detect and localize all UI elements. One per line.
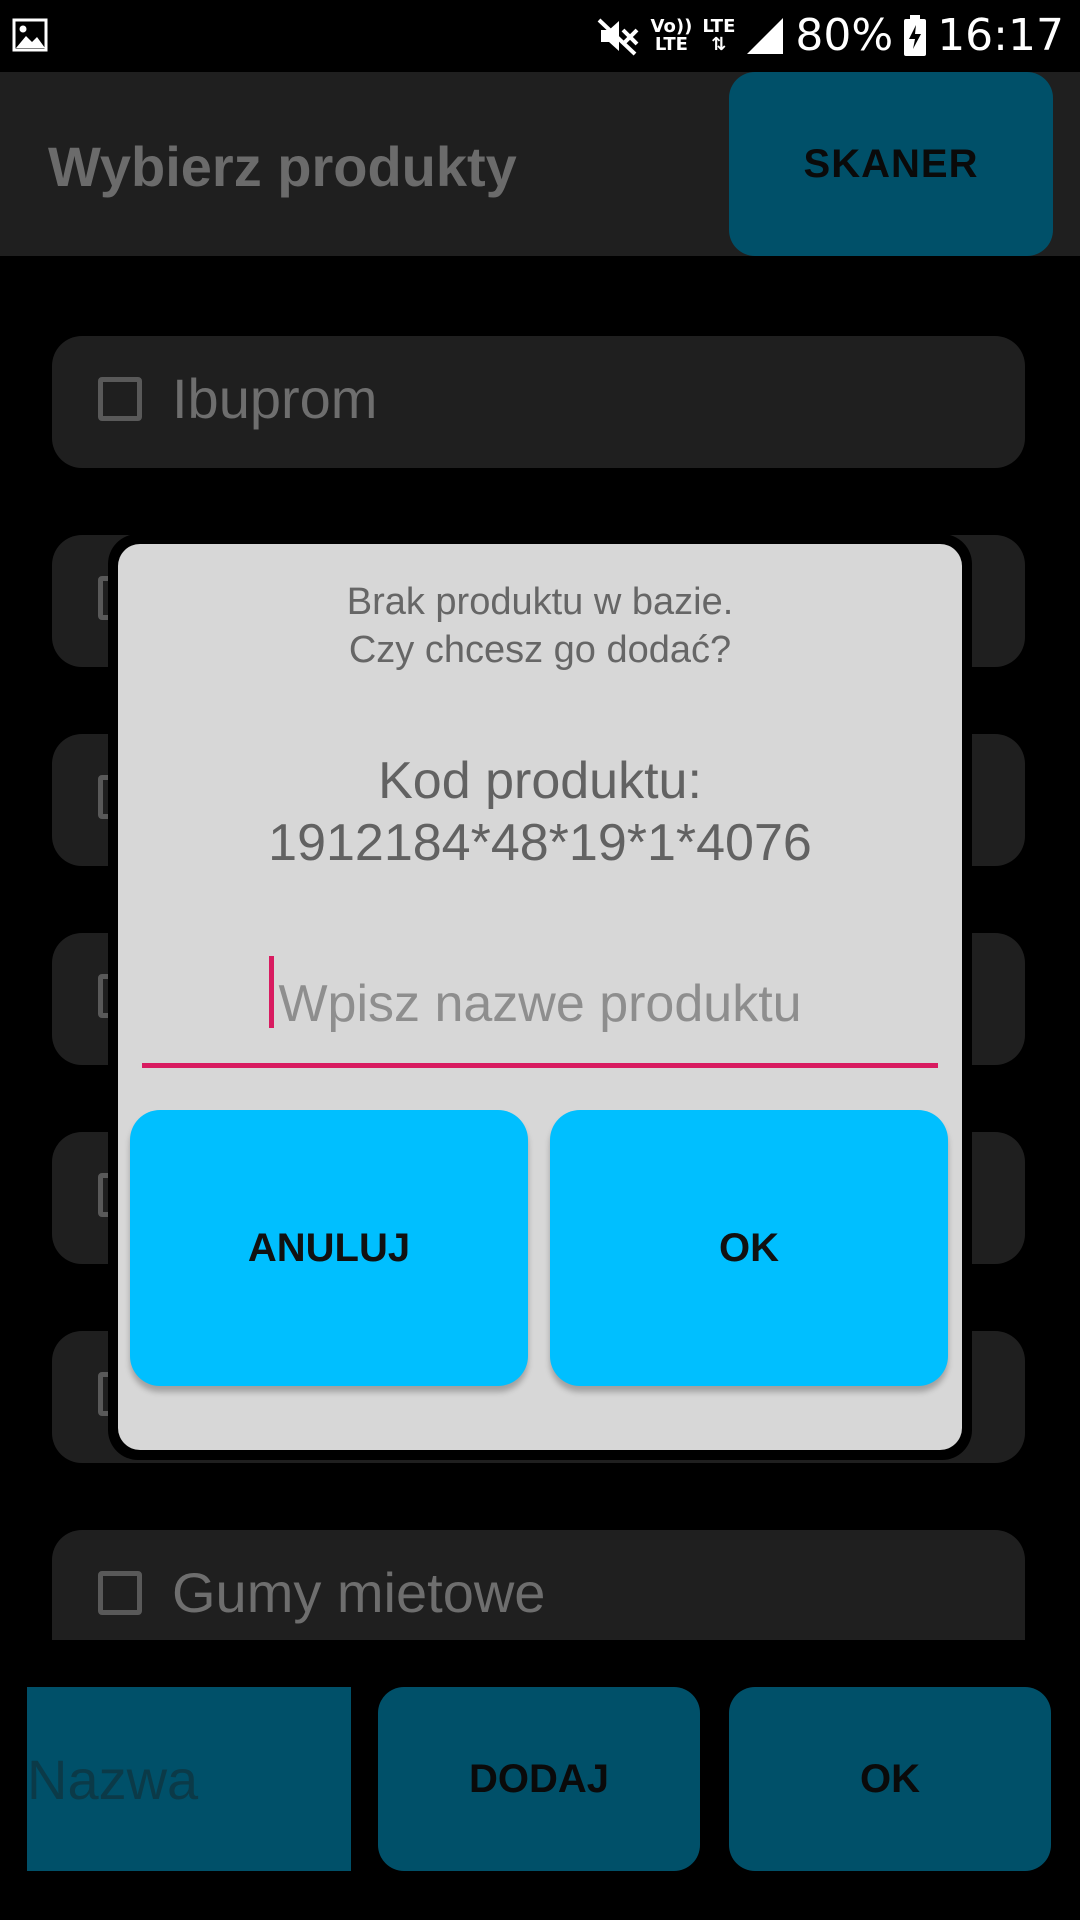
- product-code: Kod produktu: 1912184*48*19*1*4076: [118, 750, 962, 874]
- dialog-message-line2: Czy chcesz go dodać?: [348, 629, 732, 671]
- product-name-input[interactable]: [142, 944, 938, 1068]
- cancel-button[interactable]: ANULUJ: [130, 1110, 528, 1386]
- product-code-label: Kod produktu:: [378, 752, 702, 810]
- dialog-message: Brak produktu w bazie. Czy chcesz go dod…: [118, 578, 962, 674]
- add-product-dialog: Brak produktu w bazie. Czy chcesz go dod…: [118, 544, 962, 1450]
- text-cursor: [269, 956, 274, 1028]
- dialog-message-line1: Brak produktu w bazie.: [346, 581, 734, 623]
- product-code-value: 1912184*48*19*1*4076: [268, 814, 812, 872]
- dialog-ok-button[interactable]: OK: [550, 1110, 948, 1386]
